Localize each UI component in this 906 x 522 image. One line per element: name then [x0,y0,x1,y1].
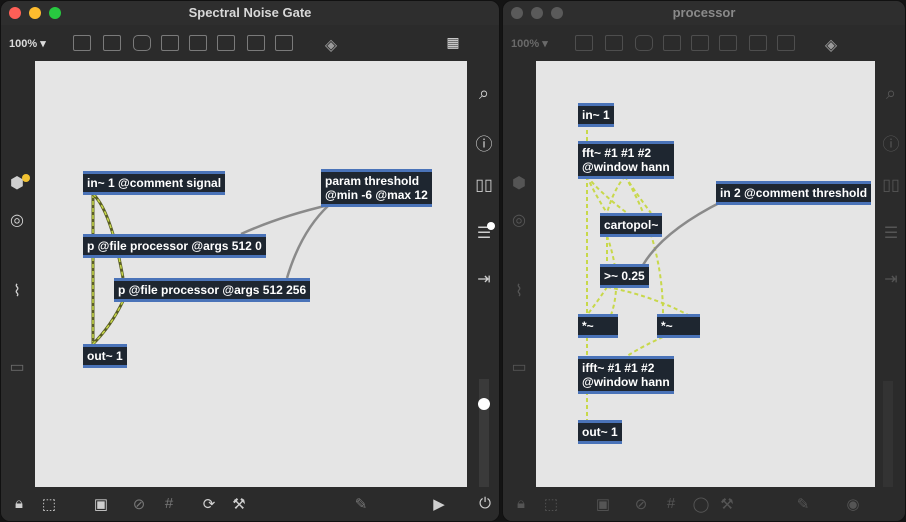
object-text: p @file processor @args 512 0 [87,239,262,253]
refresh-icon[interactable]: ◯ [691,495,711,513]
object-cartopol[interactable]: cartopol~ [600,213,663,237]
cube-icon[interactable]: ⬢ [507,173,531,193]
object-text: >~ 0.25 [604,269,645,283]
info-icon[interactable]: ⓘ [472,130,496,155]
lock-icon[interactable]: 🔒︎ [9,495,29,512]
refresh-icon[interactable]: ⟳ [199,495,219,513]
object-out-1[interactable]: out~ 1 [578,420,622,444]
patch-cords [586,123,724,421]
object-in-threshold[interactable]: in 2 @comment threshold [716,181,872,205]
wand-icon[interactable]: ✎ [793,495,813,513]
presentation-icon[interactable]: ⬚ [541,495,561,513]
new-object-icon[interactable]: ▣ [91,495,111,513]
gain-slider-knob[interactable] [478,398,490,410]
presentation-icon[interactable]: ⬚ [39,495,59,513]
hide-icon[interactable]: ⊘ [631,495,651,513]
object-processor-256[interactable]: p @file processor @args 512 256 [114,278,311,302]
object-text: in~ 1 @comment signal [87,176,222,190]
list-icon[interactable]: ☰ [879,223,903,243]
paperclip-icon[interactable]: ⌇ [5,281,29,301]
grid-snap-icon[interactable]: # [661,495,681,512]
object-text-line1: ifft~ #1 #1 #2 [582,361,655,375]
object-text: *~ [582,319,594,333]
export-icon[interactable]: ⇥ [879,269,903,289]
notification-dot [22,174,30,182]
object-in-1[interactable]: in~ 1 [578,103,614,127]
patch-cords [91,192,330,346]
book-icon[interactable]: ▯▯ [879,175,903,195]
object-text: *~ [661,319,673,333]
power-icon[interactable]: ⏻ [475,495,495,512]
patcher-window-processor: processor 100% ▾ ◈ in~ 1 fft~ #1 #1 #2 @… [502,0,906,522]
hammer-icon[interactable]: ⚒ [229,495,249,513]
grid-snap-icon[interactable]: # [159,495,179,512]
object-greater-than[interactable]: >~ 0.25 [600,264,649,288]
export-icon[interactable]: ⇥ [472,269,496,289]
bottom-toolbar: 🔒︎ ⬚ ▣ ⊘ # ◯ ⚒ ✎ ◉ [503,487,905,521]
object-fft[interactable]: fft~ #1 #1 #2 @window hann [578,141,674,179]
new-object-icon[interactable]: ▣ [593,495,613,513]
wand-icon[interactable]: ✎ [351,495,371,513]
info-icon[interactable]: ⓘ [879,130,903,155]
list-badge [487,222,495,230]
search-icon[interactable]: ⌕ [879,83,903,104]
window-icon[interactable]: ▭ [5,357,29,377]
hide-icon[interactable]: ⊘ [129,495,149,513]
target-icon[interactable]: ◎ [507,210,531,230]
object-multiply-2[interactable]: *~ [657,314,700,338]
play-icon[interactable]: ▶ [429,495,449,513]
book-icon[interactable]: ▯▯ [472,175,496,195]
object-in-signal[interactable]: in~ 1 @comment signal [83,171,226,195]
play-icon[interactable]: ◉ [843,495,863,513]
object-out[interactable]: out~ 1 [83,344,127,368]
object-text: out~ 1 [87,349,123,363]
bottom-toolbar: 🔒︎ ⬚ ▣ ⊘ # ⟳ ⚒ ✎ ▶ ⏻ [1,487,499,521]
target-icon[interactable]: ◎ [5,210,29,230]
paperclip-icon[interactable]: ⌇ [507,281,531,301]
object-text-line1: param threshold [325,174,420,188]
object-text: cartopol~ [604,218,659,232]
object-text-line1: fft~ #1 #1 #2 [582,146,652,160]
level-meter [883,381,893,489]
window-icon[interactable]: ▭ [507,357,531,377]
lock-icon[interactable]: 🔒︎ [511,495,531,512]
object-multiply-1[interactable]: *~ [578,314,618,338]
object-text: out~ 1 [582,425,618,439]
object-text-line2: @window hann [582,160,670,174]
object-ifft[interactable]: ifft~ #1 #1 #2 @window hann [578,356,674,394]
object-processor-0[interactable]: p @file processor @args 512 0 [83,234,266,258]
hammer-icon[interactable]: ⚒ [717,495,737,513]
patcher-window-spectral-noise-gate: Spectral Noise Gate 100% ▾ ◈ ▦ in~ 1 @co… [0,0,500,522]
object-text: p @file processor @args 512 256 [118,283,307,297]
level-meter [479,379,489,489]
object-text-line2: @window hann [582,375,670,389]
object-text: in 2 @comment threshold [720,186,868,200]
object-text-line2: @min -6 @max 12 [325,188,428,202]
object-param-threshold[interactable]: param threshold @min -6 @max 12 [321,169,432,207]
search-icon[interactable]: ⌕ [472,83,496,104]
object-text: in~ 1 [582,108,610,122]
